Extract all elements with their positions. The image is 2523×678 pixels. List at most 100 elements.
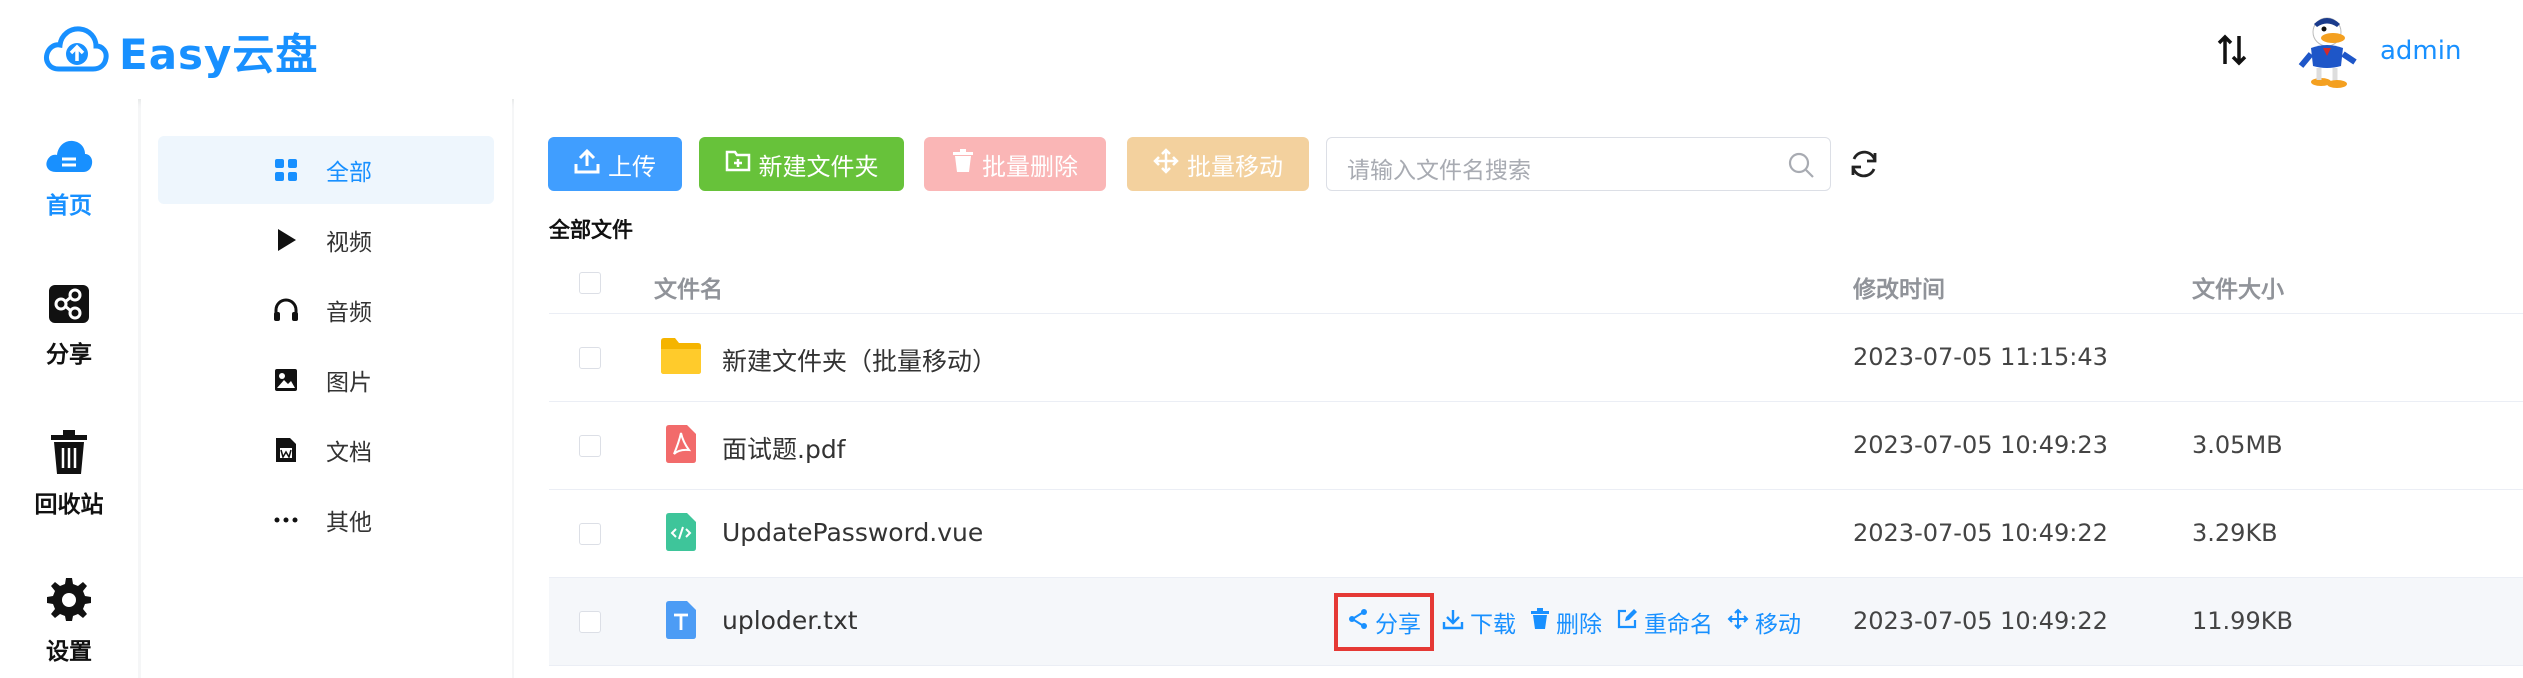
refresh-icon xyxy=(1848,150,1880,184)
table-row[interactable]: 新建文件夹（批量移动） 2023-07-05 11:15:43 xyxy=(549,314,2523,402)
batch-delete-label: 批量删除 xyxy=(982,152,1078,181)
upload-label: 上传 xyxy=(608,152,656,181)
category-item-document[interactable]: 文档 xyxy=(158,416,494,484)
app-logo[interactable]: Easy云盘 xyxy=(43,22,318,80)
move-label: 移动 xyxy=(1755,612,1801,638)
column-header-name[interactable]: 文件名 xyxy=(654,270,723,304)
category-label: 音频 xyxy=(326,300,372,326)
headphones-icon xyxy=(272,296,300,324)
sidebar-item-recycle-bin[interactable]: 回收站 xyxy=(0,429,138,519)
search-input[interactable]: 请输入文件名搜索 xyxy=(1326,137,1831,191)
app-name: Easy云盘 xyxy=(119,29,319,79)
move-icon xyxy=(1727,608,1749,636)
category-item-image[interactable]: 图片 xyxy=(158,346,494,414)
document-icon xyxy=(272,436,300,464)
share-label: 分享 xyxy=(1375,612,1421,638)
avatar[interactable] xyxy=(2297,14,2363,90)
pdf-file-icon xyxy=(665,424,705,468)
table-row[interactable]: UpdatePassword.vue 2023-07-05 10:49:22 3… xyxy=(549,490,2523,578)
row-checkbox[interactable] xyxy=(579,523,601,545)
rename-action[interactable]: 重命名 xyxy=(1616,605,1713,639)
move-action[interactable]: 移动 xyxy=(1727,605,1801,639)
batch-delete-button[interactable]: 批量删除 xyxy=(924,137,1106,191)
sidebar-item-label: 首页 xyxy=(46,193,92,219)
file-name[interactable]: uploder.txt xyxy=(722,606,858,635)
new-folder-button[interactable]: 新建文件夹 xyxy=(699,137,904,191)
file-size: 3.05MB xyxy=(2192,431,2283,459)
row-checkbox[interactable] xyxy=(579,611,601,633)
category-item-video[interactable]: 视频 xyxy=(158,206,494,274)
upload-button[interactable]: 上传 xyxy=(548,137,682,191)
file-modified: 2023-07-05 10:49:22 xyxy=(1853,607,2108,635)
search-placeholder: 请输入文件名搜索 xyxy=(1347,158,1531,184)
image-icon xyxy=(272,366,300,394)
sidebar-item-label: 分享 xyxy=(46,342,92,368)
select-all-checkbox[interactable] xyxy=(579,272,601,294)
folder-add-icon xyxy=(725,150,751,178)
category-label: 其他 xyxy=(326,510,372,536)
sort-arrows-icon xyxy=(2217,34,2247,70)
more-icon xyxy=(272,506,300,534)
delete-action[interactable]: 删除 xyxy=(1530,605,1602,639)
file-modified: 2023-07-05 10:49:22 xyxy=(1853,519,2108,547)
code-file-icon xyxy=(665,512,705,556)
batch-move-label: 批量移动 xyxy=(1187,152,1283,181)
file-size: 3.29KB xyxy=(2192,519,2278,547)
category-item-all[interactable]: 全部 xyxy=(158,136,494,204)
file-size: 11.99KB xyxy=(2192,607,2293,635)
row-checkbox[interactable] xyxy=(579,347,601,369)
column-header-modified[interactable]: 修改时间 xyxy=(1853,270,1945,304)
upload-icon xyxy=(574,148,600,180)
username[interactable]: admin xyxy=(2380,36,2461,66)
play-icon xyxy=(272,226,300,254)
rename-label: 重命名 xyxy=(1644,612,1713,638)
trash-icon xyxy=(952,149,974,179)
download-label: 下载 xyxy=(1470,612,1516,638)
download-icon xyxy=(1442,608,1464,636)
top-header xyxy=(0,0,2523,99)
batch-move-button[interactable]: 批量移动 xyxy=(1127,137,1309,191)
edit-icon xyxy=(1616,608,1638,636)
download-action[interactable]: 下载 xyxy=(1442,605,1516,639)
trash-icon xyxy=(49,429,89,481)
move-icon xyxy=(1153,148,1179,180)
refresh-button[interactable] xyxy=(1848,148,1882,182)
delete-label: 删除 xyxy=(1556,612,1602,638)
category-item-audio[interactable]: 音频 xyxy=(158,276,494,344)
file-modified: 2023-07-05 10:49:23 xyxy=(1853,431,2108,459)
file-name[interactable]: 新建文件夹（批量移动） xyxy=(722,342,997,378)
trash-icon xyxy=(1530,608,1550,636)
share-icon xyxy=(1347,608,1369,636)
sidebar-item-label: 回收站 xyxy=(34,492,104,518)
cloud-home-icon xyxy=(44,134,94,182)
breadcrumb: 全部文件 xyxy=(549,218,633,242)
row-checkbox[interactable] xyxy=(579,435,601,457)
category-item-other[interactable]: 其他 xyxy=(158,486,494,554)
sidebar-item-share[interactable]: 分享 xyxy=(0,283,138,369)
file-name[interactable]: 面试题.pdf xyxy=(722,430,846,466)
share-action[interactable]: 分享 xyxy=(1334,593,1434,651)
file-modified: 2023-07-05 11:15:43 xyxy=(1853,343,2108,371)
text-file-icon xyxy=(665,600,705,644)
grid-icon xyxy=(272,156,300,184)
category-label: 文档 xyxy=(326,440,372,466)
transfer-sort-button[interactable] xyxy=(2210,30,2254,74)
table-row[interactable]: 面试题.pdf 2023-07-05 10:49:23 3.05MB xyxy=(549,402,2523,490)
row-actions: 分享 下载 删除 重命名 移动 xyxy=(1334,578,1801,666)
gear-icon xyxy=(46,576,92,628)
share-icon xyxy=(47,283,91,331)
file-name[interactable]: UpdatePassword.vue xyxy=(722,518,983,547)
category-label: 视频 xyxy=(326,230,372,256)
category-label: 全部 xyxy=(326,160,372,186)
category-label: 图片 xyxy=(326,370,372,396)
folder-icon xyxy=(660,336,701,380)
column-header-size[interactable]: 文件大小 xyxy=(2192,270,2284,304)
search-icon[interactable] xyxy=(1787,151,1815,185)
sidebar-item-home[interactable]: 首页 xyxy=(0,134,138,220)
new-folder-label: 新建文件夹 xyxy=(758,152,879,181)
sidebar-item-label: 设置 xyxy=(46,639,92,665)
sidebar-item-settings[interactable]: 设置 xyxy=(0,576,138,666)
cloud-upload-icon xyxy=(43,23,109,79)
table-header: 文件名 修改时间 文件大小 xyxy=(549,252,2523,314)
table-row[interactable]: uploder.txt 分享 下载 删除 重命名 移动 2023-07-05 1… xyxy=(549,578,2523,666)
